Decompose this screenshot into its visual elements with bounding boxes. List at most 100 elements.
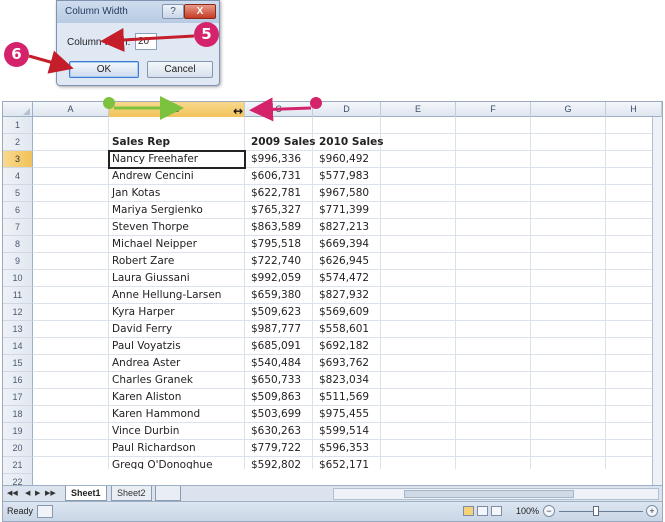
table-cell[interactable]: $669,394 <box>319 236 379 253</box>
row-header-18[interactable]: 18 <box>3 406 33 423</box>
table-cell[interactable]: $606,731 <box>251 168 311 185</box>
table-cell[interactable]: $574,472 <box>319 270 379 287</box>
row-header-12[interactable]: 12 <box>3 304 33 321</box>
table-cell[interactable]: Andrew Cencini <box>112 168 243 185</box>
macro-recording-icon[interactable] <box>37 505 53 518</box>
row-header-19[interactable]: 19 <box>3 423 33 440</box>
column-header-b[interactable]: B <box>109 102 245 117</box>
table-cell[interactable]: $652,171 <box>319 457 379 469</box>
active-cell[interactable]: Nancy Freehafer <box>108 150 246 169</box>
table-cell[interactable]: $960,492 <box>319 151 379 168</box>
table-cell[interactable]: $509,623 <box>251 304 311 321</box>
vertical-scrollbar[interactable] <box>652 117 662 485</box>
row-header-17[interactable]: 17 <box>3 389 33 406</box>
table-cell[interactable]: $992,059 <box>251 270 311 287</box>
column-header-f[interactable]: F <box>456 102 531 117</box>
table-cell[interactable]: Karen Aliston <box>112 389 243 406</box>
table-header-cell[interactable]: 2009 Sales <box>251 134 316 151</box>
dialog-title-bar[interactable]: Column Width ? X <box>57 1 219 23</box>
column-header-e[interactable]: E <box>381 102 456 117</box>
row-header-1[interactable]: 1 <box>3 117 33 134</box>
table-cell[interactable]: $722,740 <box>251 253 311 270</box>
insert-sheet-icon[interactable] <box>155 486 181 501</box>
table-cell[interactable]: $630,263 <box>251 423 311 440</box>
table-cell[interactable]: $558,601 <box>319 321 379 338</box>
table-cell[interactable]: $577,983 <box>319 168 379 185</box>
table-cell[interactable]: $503,699 <box>251 406 311 423</box>
page-break-view-icon[interactable] <box>491 506 502 516</box>
page-layout-view-icon[interactable] <box>477 506 488 516</box>
table-cell[interactable]: $592,802 <box>251 457 311 469</box>
table-cell[interactable]: $996,336 <box>251 151 311 168</box>
table-cell[interactable]: $975,455 <box>319 406 379 423</box>
first-sheet-nav-icon[interactable]: ◀◀ <box>7 489 18 497</box>
table-cell[interactable]: $599,514 <box>319 423 379 440</box>
cell-grid[interactable]: Sales Rep 2009 Sales 2010 Sales Nancy Freeh… <box>33 117 662 469</box>
cancel-button[interactable]: Cancel <box>147 61 213 78</box>
table-cell[interactable]: Michael Neipper <box>112 236 243 253</box>
table-cell[interactable]: $771,399 <box>319 202 379 219</box>
zoom-slider-thumb[interactable] <box>593 506 599 516</box>
tab-sheet1[interactable]: Sheet1 <box>65 486 107 501</box>
horizontal-scrollbar[interactable] <box>333 488 659 500</box>
normal-view-icon[interactable] <box>463 506 474 516</box>
table-cell[interactable]: $863,589 <box>251 219 311 236</box>
zoom-in-button[interactable]: + <box>646 505 658 517</box>
table-cell[interactable]: $596,353 <box>319 440 379 457</box>
row-header-21[interactable]: 21 <box>3 457 33 474</box>
table-cell[interactable]: $779,722 <box>251 440 311 457</box>
column-width-input[interactable]: 20 <box>135 33 157 50</box>
row-header-6[interactable]: 6 <box>3 202 33 219</box>
select-all-corner[interactable] <box>3 102 33 117</box>
table-cell[interactable]: Mariya Sergienko <box>112 202 243 219</box>
prev-sheet-nav-icon[interactable]: ◀ <box>25 489 30 497</box>
table-cell[interactable]: $622,781 <box>251 185 311 202</box>
table-cell[interactable]: $659,380 <box>251 287 311 304</box>
table-cell[interactable]: David Ferry <box>112 321 243 338</box>
table-cell[interactable]: $626,945 <box>319 253 379 270</box>
column-header-a[interactable]: A <box>33 102 109 117</box>
table-cell[interactable]: Charles Granek <box>112 372 243 389</box>
table-cell[interactable]: Paul Voyatzis <box>112 338 243 355</box>
table-cell[interactable]: Robert Zare <box>112 253 243 270</box>
row-header-16[interactable]: 16 <box>3 372 33 389</box>
row-header-4[interactable]: 4 <box>3 168 33 185</box>
row-header-13[interactable]: 13 <box>3 321 33 338</box>
table-cell[interactable]: Paul Richardson <box>112 440 243 457</box>
table-cell[interactable]: Laura Giussani <box>112 270 243 287</box>
row-header-8[interactable]: 8 <box>3 236 33 253</box>
table-cell[interactable]: $569,609 <box>319 304 379 321</box>
table-cell[interactable]: $987,777 <box>251 321 311 338</box>
table-cell[interactable]: $509,863 <box>251 389 311 406</box>
zoom-slider-track[interactable] <box>559 511 643 512</box>
row-header-10[interactable]: 10 <box>3 270 33 287</box>
table-cell[interactable]: Steven Thorpe <box>112 219 243 236</box>
table-cell[interactable]: $827,932 <box>319 287 379 304</box>
row-header-15[interactable]: 15 <box>3 355 33 372</box>
table-cell[interactable]: Anne Hellung-Larsen <box>112 287 243 304</box>
next-sheet-nav-icon[interactable]: ▶ <box>35 489 40 497</box>
zoom-out-button[interactable]: − <box>543 505 555 517</box>
tab-sheet2[interactable]: Sheet2 <box>111 486 152 501</box>
table-header-cell[interactable]: Sales Rep <box>112 134 243 151</box>
table-cell[interactable]: $511,569 <box>319 389 379 406</box>
column-header-g[interactable]: G <box>531 102 606 117</box>
row-header-2[interactable]: 2 <box>3 134 33 151</box>
row-header-5[interactable]: 5 <box>3 185 33 202</box>
row-header-3[interactable]: 3 <box>3 151 33 168</box>
zoom-level[interactable]: 100% <box>516 506 539 516</box>
table-cell[interactable]: Jan Kotas <box>112 185 243 202</box>
table-header-cell[interactable]: 2010 Sales <box>319 134 384 151</box>
ok-button[interactable]: OK <box>69 61 139 78</box>
horizontal-scroll-thumb[interactable] <box>404 490 574 498</box>
table-cell[interactable]: $685,091 <box>251 338 311 355</box>
table-cell[interactable]: Kyra Harper <box>112 304 243 321</box>
last-sheet-nav-icon[interactable]: ▶▶ <box>45 489 56 497</box>
table-cell[interactable]: Gregg O'Donoghue <box>112 457 243 469</box>
column-header-c[interactable]: C <box>245 102 313 117</box>
column-header-h[interactable]: H <box>606 102 662 117</box>
table-cell[interactable]: $967,580 <box>319 185 379 202</box>
row-header-20[interactable]: 20 <box>3 440 33 457</box>
close-button[interactable]: X <box>184 4 216 19</box>
table-cell[interactable]: $540,484 <box>251 355 311 372</box>
